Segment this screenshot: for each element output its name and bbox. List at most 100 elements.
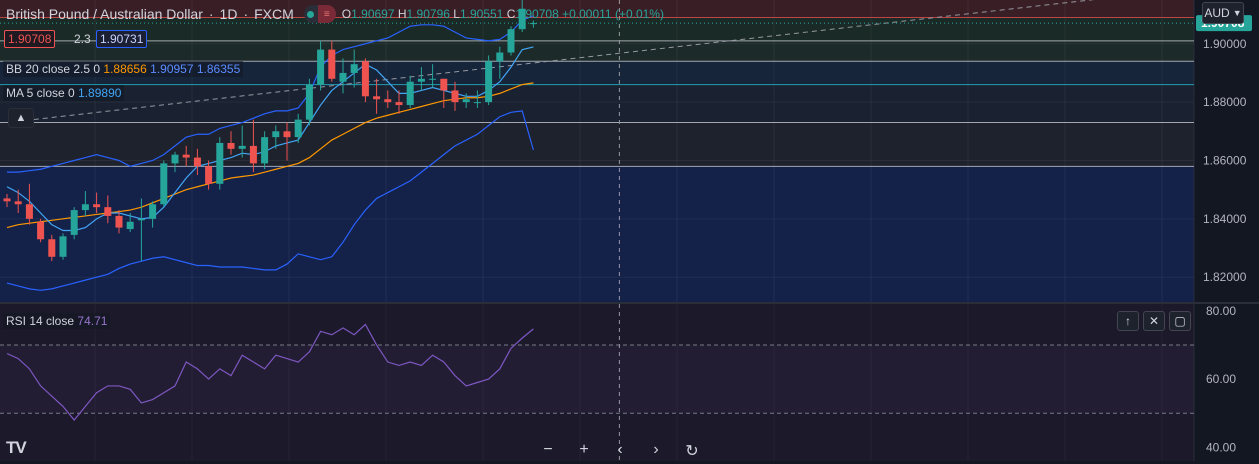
sep-dot: · bbox=[243, 6, 249, 22]
chart-navigation: − + ‹ › ↻ bbox=[530, 441, 710, 461]
candle-body bbox=[328, 49, 336, 79]
market-open-icon bbox=[304, 5, 318, 23]
rsi-tick-label: 80.00 bbox=[1206, 304, 1236, 318]
high-value: 1.90796 bbox=[406, 7, 450, 21]
open-value: 1.90697 bbox=[351, 7, 395, 21]
candle-body bbox=[373, 96, 381, 100]
candle-body bbox=[37, 221, 45, 240]
rsi-value: 74.71 bbox=[77, 314, 108, 328]
candle-body bbox=[317, 49, 325, 85]
bb-label: BB 20 close 2.5 0 bbox=[6, 62, 101, 76]
candle-body bbox=[339, 72, 347, 82]
chart-container[interactable]: 1.90000 1.88000 1.86000 1.84000 1.82000 1.907… bbox=[0, 0, 1259, 461]
ma-legend[interactable]: MA 5 close 0 1.89890 bbox=[3, 85, 125, 101]
change-value: +0.00011 (+0.01%) bbox=[562, 7, 664, 21]
candle-body bbox=[283, 131, 291, 138]
candle-body bbox=[193, 157, 201, 167]
price-tick-label: 1.90000 bbox=[1203, 37, 1247, 51]
candle-body bbox=[205, 166, 213, 184]
exchange-label: FXCM bbox=[254, 6, 294, 22]
buy-price-box[interactable]: 1.90731 bbox=[96, 30, 148, 48]
candle-body bbox=[160, 163, 168, 205]
rsi-tick-label: 60.00 bbox=[1206, 372, 1236, 386]
flag-icon[interactable]: ≡ bbox=[317, 5, 336, 23]
candle-body bbox=[473, 102, 481, 104]
ohlc-values: O1.90697 H1.90796 L1.90551 C1.90708 +0.0… bbox=[341, 7, 664, 21]
candle-body bbox=[395, 102, 403, 106]
chevron-down-icon: ▼ bbox=[1232, 8, 1242, 18]
sep-dot: · bbox=[208, 6, 214, 22]
candle-body bbox=[305, 84, 313, 120]
candle-body bbox=[440, 78, 448, 91]
candle-body bbox=[126, 221, 134, 230]
candle-body bbox=[48, 239, 56, 257]
bb-upper-value: 1.90957 bbox=[150, 62, 194, 76]
candle-body bbox=[81, 204, 89, 211]
candle-body bbox=[350, 64, 358, 73]
candle-body bbox=[227, 142, 235, 149]
interval-label[interactable]: 1D bbox=[220, 6, 238, 22]
candle-body bbox=[93, 204, 101, 208]
candle-body bbox=[384, 99, 392, 103]
rsi-band bbox=[0, 344, 1194, 414]
arrow-up-icon[interactable]: ↑ bbox=[1117, 311, 1139, 331]
candle-body bbox=[59, 236, 67, 257]
price-tick-label: 1.84000 bbox=[1203, 212, 1247, 226]
candle-body bbox=[507, 29, 515, 53]
candle-body bbox=[451, 90, 459, 103]
sell-price-box[interactable]: 1.90708 bbox=[4, 30, 56, 48]
tradingview-logo[interactable]: TV bbox=[6, 438, 36, 460]
ma-value: 1.89890 bbox=[78, 86, 122, 100]
low-value: 1.90551 bbox=[459, 7, 504, 21]
scroll-left-icon[interactable]: ‹ bbox=[602, 441, 638, 461]
rsi-tick-label: 40.00 bbox=[1206, 440, 1236, 454]
rsi-legend[interactable]: RSI 14 close 74.71 bbox=[3, 313, 111, 329]
chart-legend-header: British Pound / Australian Dollar · 1D ·… bbox=[6, 5, 664, 23]
rsi-pane-tools: ↑ ✕ ▢ bbox=[1117, 311, 1191, 331]
price-tick-label: 1.86000 bbox=[1203, 153, 1247, 167]
candle-body bbox=[216, 142, 224, 184]
candle-body bbox=[171, 154, 179, 164]
candle-body bbox=[3, 198, 11, 202]
market-status-pill[interactable]: ≡ bbox=[303, 5, 336, 23]
candle-body bbox=[462, 99, 470, 103]
spread-value: 2.3 bbox=[74, 32, 91, 46]
candle-body bbox=[529, 23, 537, 25]
zone-band bbox=[0, 84, 1194, 123]
bb-legend[interactable]: BB 20 close 2.5 0 1.88656 1.90957 1.8635… bbox=[3, 61, 244, 77]
candle-body bbox=[429, 78, 437, 80]
candle-body bbox=[361, 61, 369, 97]
candle-body bbox=[496, 52, 504, 62]
currency-button[interactable]: AUD ▼ bbox=[1202, 2, 1244, 24]
ma-label: MA 5 close 0 bbox=[6, 86, 75, 100]
rsi-label: RSI 14 close bbox=[6, 314, 75, 328]
zoom-out-icon[interactable]: − bbox=[530, 441, 566, 461]
symbol-name[interactable]: British Pound / Australian Dollar bbox=[6, 6, 203, 22]
candle-body bbox=[238, 145, 246, 149]
price-tick-label: 1.82000 bbox=[1203, 270, 1247, 284]
candle-body bbox=[406, 81, 414, 106]
candle-body bbox=[137, 218, 145, 221]
close-icon[interactable]: ✕ bbox=[1143, 311, 1165, 331]
candle-body bbox=[25, 204, 33, 219]
candle-body bbox=[182, 154, 190, 158]
bb-basis-value: 1.88656 bbox=[103, 62, 147, 76]
candle-body bbox=[417, 78, 425, 82]
close-value: 1.90708 bbox=[515, 7, 559, 21]
candle-body bbox=[485, 61, 493, 103]
rsi-upper-area bbox=[0, 304, 1194, 345]
candle-body bbox=[249, 145, 257, 164]
zoom-in-icon[interactable]: + bbox=[566, 441, 602, 461]
chevron-up-icon: ▲ bbox=[15, 112, 27, 124]
candle-body bbox=[104, 207, 112, 216]
maximize-icon[interactable]: ▢ bbox=[1169, 311, 1191, 331]
price-tick-label: 1.88000 bbox=[1203, 95, 1247, 109]
reset-icon[interactable]: ↻ bbox=[674, 441, 710, 461]
bb-lower-value: 1.86355 bbox=[196, 62, 241, 76]
candle-body bbox=[115, 215, 123, 228]
candle-body bbox=[14, 201, 22, 205]
collapse-legend-button[interactable]: ▲ bbox=[8, 108, 34, 128]
candle-body bbox=[149, 204, 157, 219]
scroll-right-icon[interactable]: › bbox=[638, 441, 674, 461]
zone-band bbox=[0, 122, 1194, 167]
